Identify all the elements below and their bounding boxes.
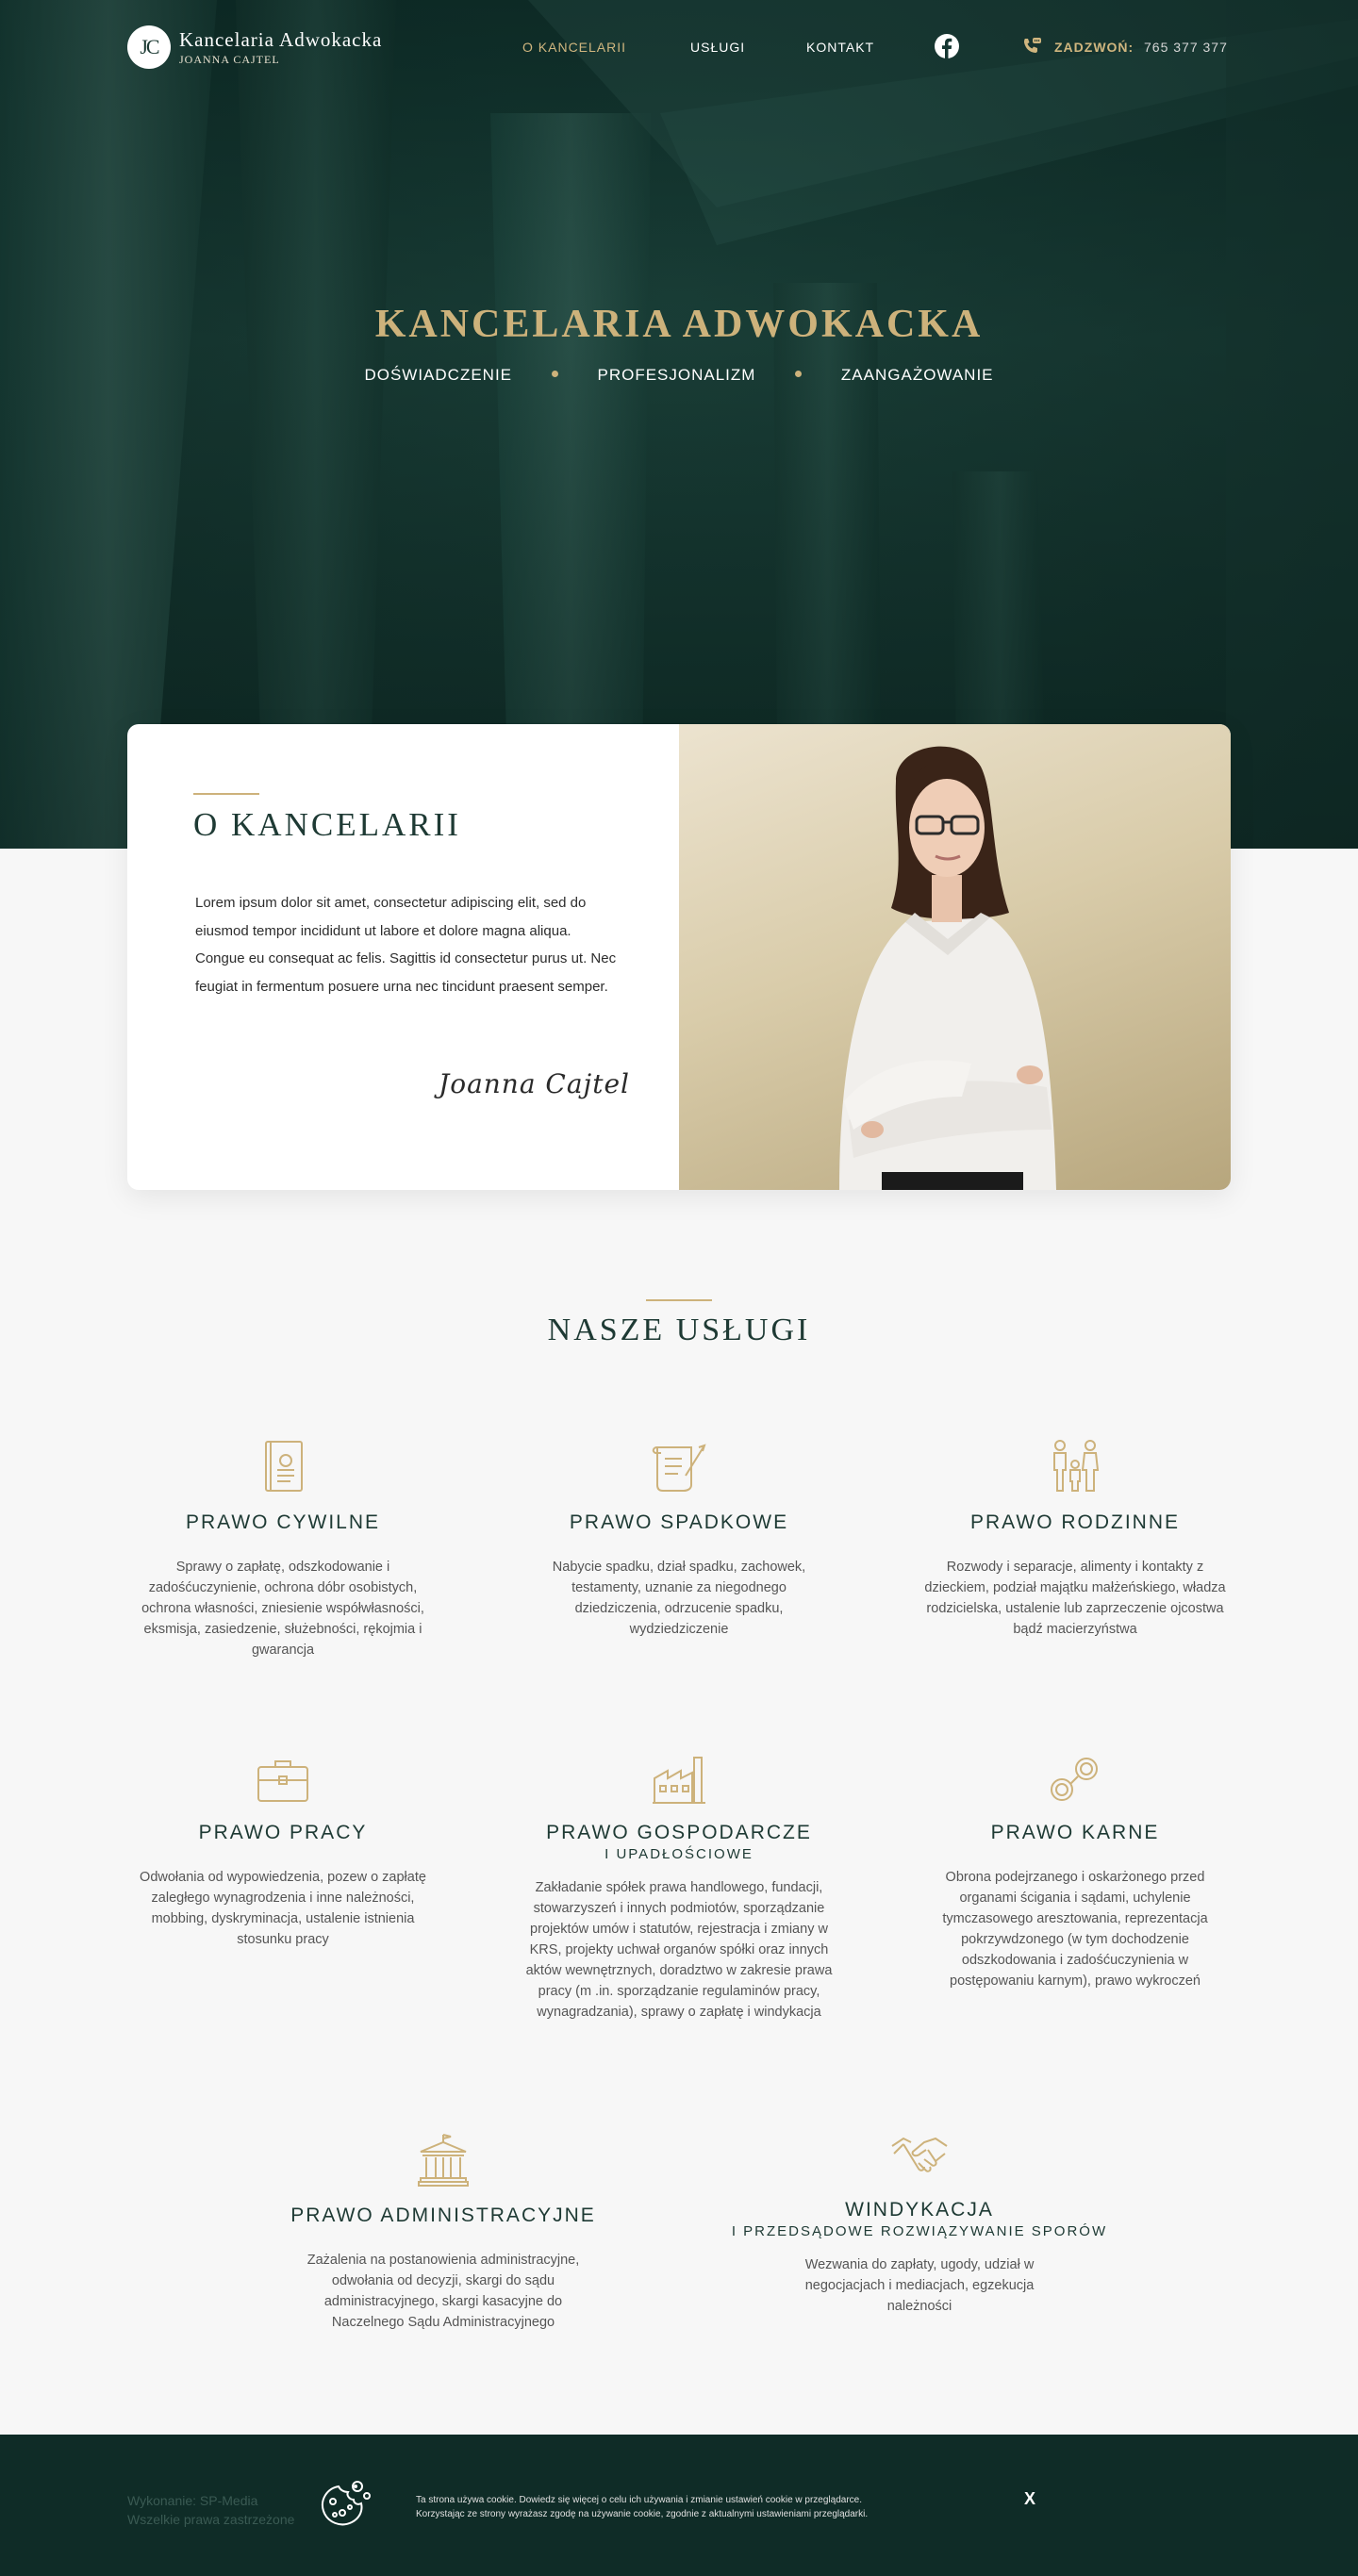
cookie-icon <box>322 2481 371 2526</box>
service-prawo-administracyjne[interactable]: PRAWO ADMINISTRACYJNE Zażalenia na posta… <box>278 2133 608 2333</box>
service-title: PRAWO CYWILNE <box>185 1511 381 1533</box>
service-description: Zakładanie spółek prawa handlowego, fund… <box>525 1880 833 2020</box>
phone-chat-icon[interactable] <box>1021 36 1042 57</box>
service-prawo-pracy[interactable]: PRAWO PRACY Odwołania od wypowiedzenia, … <box>118 1754 448 1950</box>
service-title: PRAWO ADMINISTRACYJNE <box>290 2204 596 2226</box>
service-title: PRAWO SPADKOWE <box>569 1511 789 1533</box>
service-subtitle: I UPADŁOŚCIOWE <box>604 1846 754 1862</box>
about-card: O KANCELARII Lorem ipsum dolor sit amet,… <box>127 724 1231 1190</box>
service-description: Zażalenia na postanowienia administracyj… <box>306 2253 580 2330</box>
cookie-text-line1: Ta strona używa cookie. Dowiedz się więc… <box>416 2495 863 2505</box>
hero-tags: DOŚWIADCZENIE PROFESJONALIZM ZAANGAŻOWAN… <box>0 366 1358 385</box>
handshake-icon <box>891 2137 948 2172</box>
logo-badge[interactable]: JC <box>127 25 171 69</box>
service-description: Sprawy o zapłatę, odszkodowanie i zadość… <box>141 1560 424 1658</box>
courthouse-icon <box>418 2134 469 2187</box>
service-description: Nabycie spadku, dział spadku, zachowek, … <box>552 1560 806 1637</box>
services-accent-line <box>646 1299 712 1301</box>
briefcase-icon <box>257 1760 308 1802</box>
nav-link-o-kancelarii[interactable]: O KANCELARII <box>522 40 626 55</box>
tag-separator-dot <box>551 371 558 378</box>
hero-tag-professionalism: PROFESJONALIZM <box>597 366 756 384</box>
portrait-illustration <box>839 746 1056 1190</box>
service-title: PRAWO RODZINNE <box>969 1511 1181 1533</box>
logo-subtitle: JOANNA CAJTEL <box>179 53 280 66</box>
cookie-close-button[interactable]: X <box>1024 2489 1035 2509</box>
service-prawo-rodzinne[interactable]: PRAWO RODZINNE Rozwody i separacje, alim… <box>910 1438 1240 1640</box>
service-title: PRAWO GOSPODARCZE <box>546 1822 812 1843</box>
service-subtitle: I PRZEDSĄDOWE ROZWIĄZYWANIE SPORÓW <box>731 2223 1108 2239</box>
family-icon <box>1053 1440 1100 1492</box>
handcuffs-icon <box>1051 1758 1098 1801</box>
footer: Wykonanie: SP-Media Wszelkie prawa zastr… <box>0 2435 1358 2576</box>
call-label: ZADZWOŃ: <box>1054 40 1134 55</box>
cookie-notice-text: Ta strona używa cookie. Dowiedz się więc… <box>416 2493 1019 2521</box>
lawyer-portrait-photo <box>679 724 1231 1190</box>
call-number[interactable]: 765 377 377 <box>1144 40 1228 55</box>
cookie-text-line2: Korzystając ze strony wyrażasz zgodę na … <box>416 2509 869 2519</box>
top-navigation: JC Kancelaria Adwokacka JOANNA CAJTEL O … <box>0 0 1358 94</box>
service-description: Wezwania do zapłaty, ugody, udział w neg… <box>804 2257 1035 2314</box>
services-title: NASZE USŁUGI <box>547 1313 811 1347</box>
service-prawo-gospodarcze[interactable]: PRAWO GOSPODARCZE I UPADŁOŚCIOWE Zakłada… <box>514 1754 844 2023</box>
service-description: Rozwody i separacje, alimenty i kontakty… <box>924 1560 1226 1637</box>
service-prawo-cywilne[interactable]: PRAWO CYWILNE Sprawy o zapłatę, odszkodo… <box>118 1438 448 1660</box>
about-title: O KANCELARII <box>193 806 461 843</box>
footer-credit-rights: Wszelkie prawa zastrzeżone <box>127 2512 295 2527</box>
service-prawo-karne[interactable]: PRAWO KARNE Obrona podejrzanego i oskarż… <box>910 1754 1240 1991</box>
hero-tag-commitment: ZAANGAŻOWANIE <box>840 366 994 384</box>
service-description: Odwołania od wypowiedzenia, pozew o zapł… <box>140 1870 426 1947</box>
hero-overlay <box>0 0 1358 849</box>
about-accent-line <box>193 793 259 795</box>
law-book-icon <box>265 1441 303 1492</box>
service-prawo-spadkowe[interactable]: PRAWO SPADKOWE Nabycie spadku, dział spa… <box>514 1438 844 1640</box>
hero-tag-experience: DOŚWIADCZENIE <box>364 366 513 384</box>
service-windykacja[interactable]: WINDYKACJA I PRZEDSĄDOWE ROZWIĄZYWANIE S… <box>721 2133 1118 2317</box>
factory-icon <box>653 1757 705 1804</box>
hero-title: KANCELARIA ADWOKACKA <box>374 303 984 346</box>
hero-section <box>0 0 1358 849</box>
facebook-icon[interactable] <box>934 33 960 59</box>
tag-separator-dot <box>795 371 803 378</box>
service-title: PRAWO KARNE <box>990 1822 1160 1843</box>
logo-title[interactable]: Kancelaria Adwokacka <box>179 28 382 52</box>
footer-credit-author[interactable]: Wykonanie: SP-Media <box>127 2491 294 2510</box>
logo-mark: JC <box>140 35 159 58</box>
nav-link-uslugi[interactable]: USŁUGI <box>690 40 745 55</box>
service-description: Obrona podejrzanego i oskarżonego przed … <box>942 1870 1208 1989</box>
scroll-quill-icon <box>652 1444 706 1492</box>
nav-link-kontakt[interactable]: KONTAKT <box>806 40 874 55</box>
service-title: PRAWO PRACY <box>198 1822 368 1843</box>
about-text: Lorem ipsum dolor sit amet, consectetur … <box>195 895 617 995</box>
footer-credit: Wykonanie: SP-Media Wszelkie prawa zastr… <box>127 2491 294 2529</box>
signature: Joanna Cajtel <box>439 1068 631 1099</box>
service-title: WINDYKACJA <box>845 2199 994 2221</box>
